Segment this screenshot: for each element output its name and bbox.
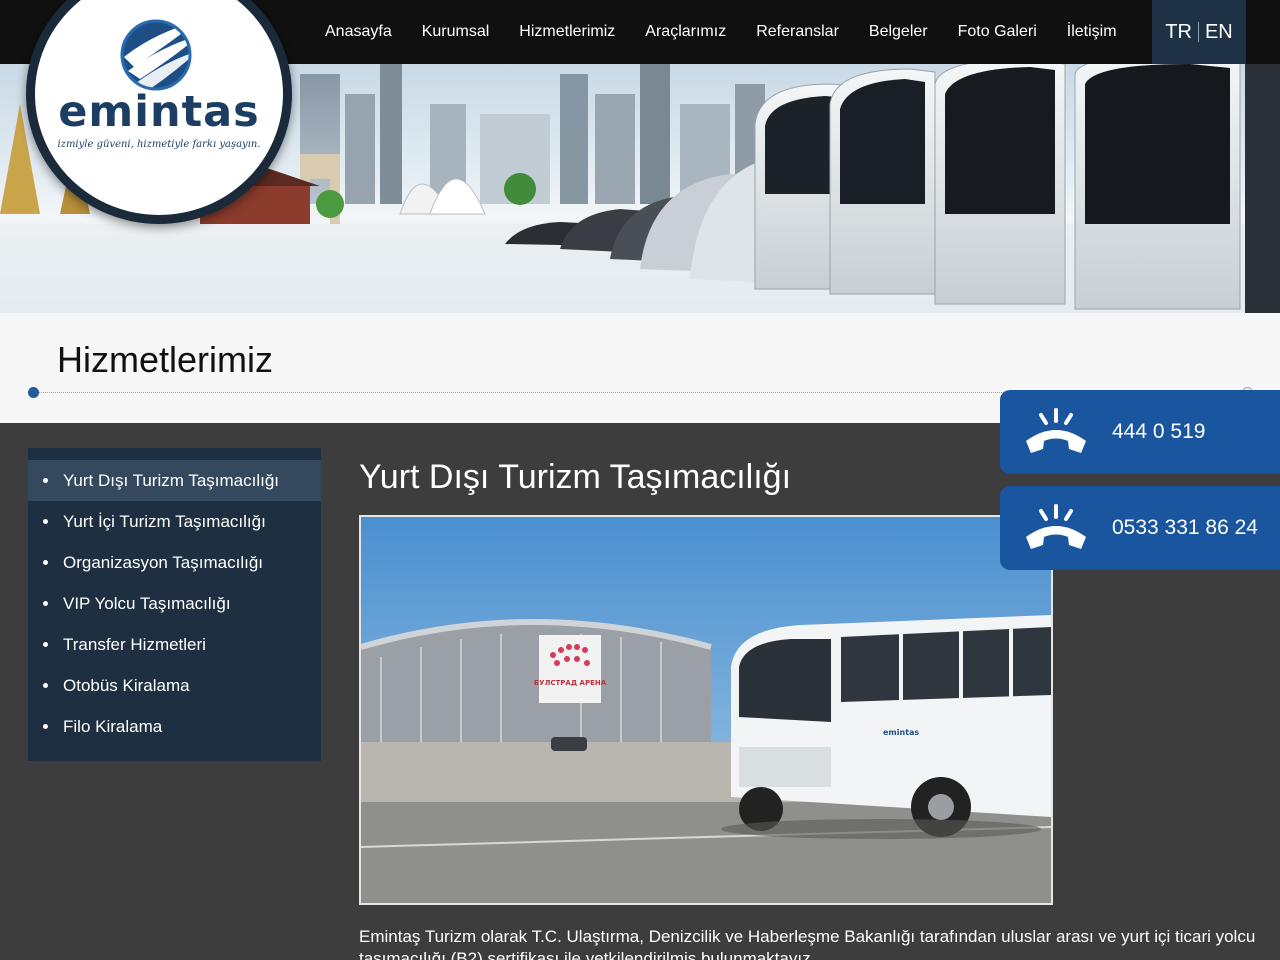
- phone-ringing-icon: [1000, 503, 1112, 553]
- bullet-dot-icon: [43, 601, 48, 606]
- sidebar-item-label: Organizasyon Taşımacılığı: [63, 552, 263, 572]
- page-title: Hizmetlerimiz: [57, 339, 273, 380]
- call-widget-mobile[interactable]: 0533 331 86 24: [1000, 486, 1280, 570]
- lang-tr-link[interactable]: TR: [1165, 21, 1192, 44]
- sidebar-item-label: Transfer Hizmetleri: [63, 634, 206, 654]
- bus-logo-text: emintas: [883, 728, 919, 737]
- sidebar-item-label: Yurt Dışı Turizm Taşımacılığı: [63, 470, 280, 490]
- sidebar-item-yurt-disi[interactable]: Yurt Dışı Turizm Taşımacılığı: [28, 460, 321, 501]
- content-paragraph: Emintaş Turizm olarak T.C. Ulaştırma, De…: [359, 927, 1256, 960]
- nav-anasayfa[interactable]: Anasayfa: [325, 23, 392, 41]
- sidebar-item-yurt-ici[interactable]: Yurt İçi Turizm Taşımacılığı: [28, 501, 321, 542]
- bullet-dot-icon: [43, 683, 48, 688]
- bullet-dot-icon: [43, 642, 48, 647]
- brand-slogan: izmiyle güveni, hizmetiyle farkı yaşayın…: [57, 139, 261, 150]
- globe-swoosh-icon: [120, 19, 200, 91]
- call-widget-primary[interactable]: 444 0 519: [1000, 390, 1280, 474]
- bus-arena-photo: БУЛСТРАД АРЕНА emintas: [361, 517, 1051, 903]
- sidebar-item-transfer[interactable]: Transfer Hizmetleri: [28, 624, 321, 665]
- nav-hizmetlerimiz[interactable]: Hizmetlerimiz: [519, 23, 615, 41]
- divider-dot-left: [28, 387, 39, 398]
- language-switcher: TR EN: [1152, 0, 1246, 64]
- call-number-primary: 444 0 519: [1112, 420, 1206, 443]
- phone-ringing-icon: [1000, 407, 1112, 457]
- nav-araclarimiz[interactable]: Araçlarımız: [645, 23, 726, 41]
- nav-iletisim[interactable]: İletişim: [1067, 23, 1117, 41]
- nav-kurumsal[interactable]: Kurumsal: [422, 23, 490, 41]
- nav-referanslar[interactable]: Referanslar: [756, 23, 839, 41]
- service-photo: БУЛСТРАД АРЕНА emintas: [359, 515, 1053, 905]
- lang-en-link[interactable]: EN: [1205, 21, 1233, 44]
- lang-divider: [1197, 22, 1199, 42]
- sidebar-item-filo[interactable]: Filo Kiralama: [28, 706, 321, 747]
- call-number-mobile: 0533 331 86 24: [1112, 516, 1258, 539]
- nav-foto-galeri[interactable]: Foto Galeri: [958, 23, 1037, 41]
- sidebar-item-label: Filo Kiralama: [63, 716, 163, 736]
- sidebar-item-label: Otobüs Kiralama: [63, 675, 190, 695]
- brand-wordmark: emintas: [58, 87, 260, 137]
- services-sidebar: Yurt Dışı Turizm Taşımacılığı Yurt İçi T…: [28, 448, 321, 761]
- sidebar-item-otobus[interactable]: Otobüs Kiralama: [28, 665, 321, 706]
- sidebar-item-organizasyon[interactable]: Organizasyon Taşımacılığı: [28, 542, 321, 583]
- content-title: Yurt Dışı Turizm Taşımacılığı: [359, 458, 792, 496]
- sidebar-item-label: Yurt İçi Turizm Taşımacılığı: [63, 511, 266, 531]
- arena-sign-text: БУЛСТРАД АРЕНА: [534, 679, 607, 687]
- bullet-dot-icon: [43, 519, 48, 524]
- nav-belgeler[interactable]: Belgeler: [869, 23, 928, 41]
- bullet-dot-icon: [43, 724, 48, 729]
- bullet-dot-icon: [43, 560, 48, 565]
- sidebar-item-label: VIP Yolcu Taşımacılığı: [63, 593, 231, 613]
- bullet-dot-icon: [43, 478, 48, 483]
- sidebar-item-vip[interactable]: VIP Yolcu Taşımacılığı: [28, 583, 321, 624]
- main-nav: Anasayfa Kurumsal Hizmetlerimiz Araçları…: [310, 0, 1132, 64]
